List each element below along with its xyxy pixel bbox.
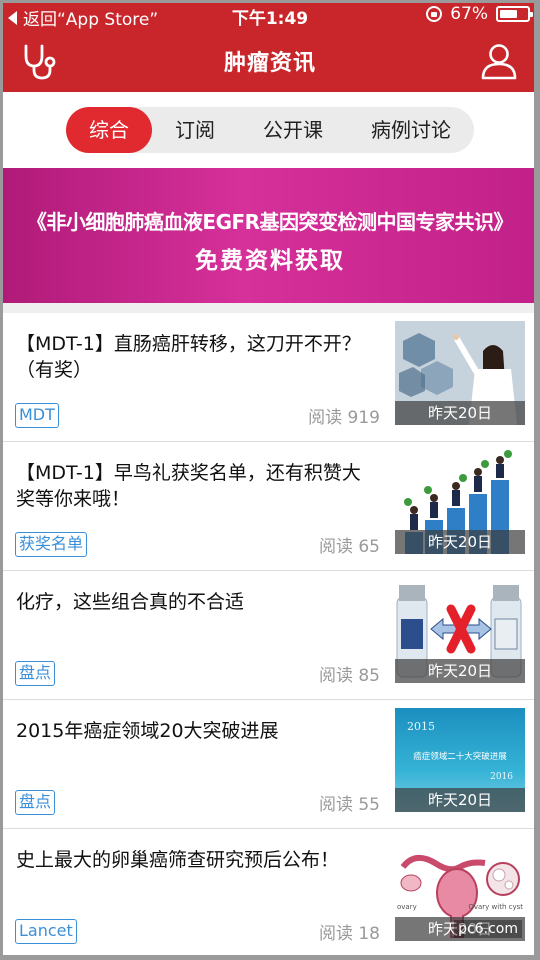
tab-open-course[interactable]: 公开课 — [238, 107, 348, 153]
section-divider — [0, 303, 540, 313]
tabs-bar: 综合 订阅 公开课 病例讨论 — [0, 92, 540, 168]
segmented-tabs: 综合 订阅 公开课 病例讨论 — [66, 107, 474, 153]
article-tag[interactable]: 盘点 — [15, 790, 56, 815]
status-right: 67% — [426, 4, 533, 24]
battery-icon — [496, 6, 533, 22]
page-title: 肿瘤资讯 — [223, 51, 316, 76]
list-item[interactable]: 【MDT-1】早鸟礼获奖名单，还有积赞大奖等你来哦！ 获奖名单 阅读 65 昨天… — [0, 442, 540, 571]
thumb-caption: 癌症领域二十大突破进展 — [413, 752, 507, 762]
read-count: 阅读 919 — [308, 408, 380, 428]
article-thumbnail: 昨天20日 — [395, 321, 525, 425]
article-tag[interactable]: MDT — [15, 403, 59, 428]
article-title: 【MDT-1】早鸟礼获奖名单，还有积赞大奖等你来哦！ — [16, 462, 361, 510]
article-title: 【MDT-1】直肠癌肝转移，这刀开不开？（有奖） — [16, 333, 361, 381]
read-count: 阅读 55 — [318, 795, 380, 815]
article-date: 昨天20日 — [395, 788, 525, 812]
watermark: pc6.com — [454, 920, 522, 938]
thumb-label-left: ovary — [397, 903, 417, 911]
nav-bar: 肿瘤资讯 — [0, 30, 540, 92]
article-date: 昨天20日 — [395, 659, 525, 683]
promo-banner[interactable]: 《非小细胞肺癌血液EGFR基因突变检测中国专家共识》 免费资料获取 — [0, 168, 540, 303]
article-title: 化疗，这些组合真的不合适 — [16, 591, 245, 613]
banner-title: 《非小细胞肺癌血液EGFR基因突变检测中国专家共识》 — [26, 210, 514, 234]
user-icon[interactable] — [480, 42, 518, 80]
article-thumbnail: 2015 癌症领域二十大突破进展 2016 昨天20日 — [395, 708, 525, 812]
article-thumbnail: 昨天20日 — [395, 579, 525, 683]
thumb-label-right: Ovary with cyst — [468, 903, 523, 911]
list-item[interactable]: 化疗，这些组合真的不合适 盘点 阅读 85 昨天20日 — [0, 571, 540, 700]
read-count: 阅读 85 — [318, 666, 380, 686]
list-item[interactable]: 【MDT-1】直肠癌肝转移，这刀开不开？（有奖） MDT 阅读 919 昨天20… — [0, 313, 540, 442]
read-count: 阅读 65 — [318, 537, 380, 557]
article-date: 昨天20日 — [395, 401, 525, 425]
read-count: 阅读 18 — [318, 924, 380, 944]
tab-general[interactable]: 综合 — [66, 107, 152, 153]
thumb-year: 2015 — [407, 720, 435, 733]
battery-fill — [500, 10, 517, 18]
article-tag[interactable]: 获奖名单 — [15, 532, 88, 557]
article-title: 2015年癌症领域20大突破进展 — [16, 720, 279, 742]
article-date: 昨天20日 — [395, 530, 525, 554]
tab-case-discussion[interactable]: 病例讨论 — [348, 107, 474, 153]
article-tag[interactable]: 盘点 — [15, 661, 56, 686]
banner-subtitle: 免费资料获取 — [195, 248, 345, 274]
status-bar: 返回“App Store” 下午1:49 67% — [0, 0, 540, 30]
list-item[interactable]: 史上最大的卵巢癌筛查研究预后公布！ Lancet 阅读 18 ovary Ova… — [0, 829, 540, 958]
article-thumbnail: 昨天20日 — [395, 450, 525, 554]
article-list: 【MDT-1】直肠癌肝转移，这刀开不开？（有奖） MDT 阅读 919 昨天20… — [0, 313, 540, 958]
thumb-year-bottom: 2016 — [490, 772, 513, 782]
tab-subscribe[interactable]: 订阅 — [152, 107, 238, 153]
rotation-lock-icon — [426, 6, 443, 22]
article-tag[interactable]: Lancet — [15, 919, 77, 944]
list-item[interactable]: 2015年癌症领域20大突破进展 盘点 阅读 55 2015 癌症领域二十大突破… — [0, 700, 540, 829]
battery-percent: 67% — [450, 4, 488, 24]
article-title: 史上最大的卵巢癌筛查研究预后公布！ — [16, 849, 340, 871]
